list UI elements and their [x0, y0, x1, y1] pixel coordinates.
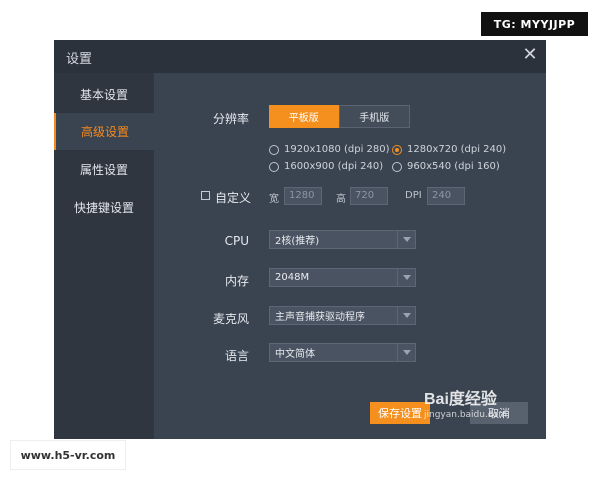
memory-value: 2048M [275, 272, 310, 283]
baidu-url: jingyan.baidu.com [424, 410, 508, 420]
height-field[interactable]: 720 [350, 187, 388, 205]
radio-circle-icon [392, 161, 402, 172]
close-icon[interactable]: ✕ [519, 44, 541, 66]
radio-1920x1080[interactable]: 1920x1080 (dpi 280) [269, 144, 390, 155]
chevron-down-icon [397, 269, 415, 286]
sidebar-item-label: 快捷键设置 [73, 201, 134, 215]
sidebar-item-label: 高级设置 [80, 125, 129, 139]
sidebar-item-advanced[interactable]: 高级设置 [54, 113, 154, 150]
memory-select[interactable]: 2048M [269, 268, 416, 287]
language-value: 中文简体 [275, 349, 315, 360]
cpu-select[interactable]: 2核(推荐) [269, 230, 416, 249]
cpu-value: 2核(推荐) [275, 236, 320, 247]
width-field[interactable]: 1280 [284, 187, 322, 205]
chevron-down-icon [397, 231, 415, 248]
height-label: 高 [336, 194, 346, 205]
radio-label: 1920x1080 (dpi 280) [284, 144, 390, 155]
mic-value: 主声音捕获驱动程序 [275, 312, 365, 323]
language-select[interactable]: 中文简体 [269, 343, 416, 362]
title-bar: 设置 ✕ [54, 40, 546, 73]
sidebar-item-label: 属性设置 [79, 163, 128, 177]
resolution-mode-toggle: 平板版 手机版 [269, 105, 410, 128]
radio-checked-icon [392, 144, 402, 155]
dpi-field[interactable]: 240 [427, 187, 465, 205]
mic-label: 麦克风 [212, 312, 249, 326]
sidebar-item-label: 基本设置 [79, 88, 128, 102]
baidu-watermark: Bai度经验 jingyan.baidu.com [424, 385, 536, 429]
radio-label: 1280x720 (dpi 240) [407, 144, 507, 155]
radio-circle-icon [269, 161, 279, 172]
radio-1280x720[interactable]: 1280x720 (dpi 240) [392, 144, 506, 155]
baidu-brand: Bai度经验 [424, 391, 497, 408]
radio-label: 960x540 (dpi 160) [407, 161, 500, 172]
radio-circle-icon [269, 144, 279, 155]
sidebar: 基本设置 高级设置 属性设置 快捷键设置 [54, 73, 154, 439]
sidebar-item-properties[interactable]: 属性设置 [54, 151, 154, 188]
radio-1600x900[interactable]: 1600x900 (dpi 240) [269, 161, 383, 172]
custom-label: 自定义 [215, 191, 252, 205]
sidebar-item-shortcuts[interactable]: 快捷键设置 [54, 189, 154, 226]
mic-select[interactable]: 主声音捕获驱动程序 [269, 306, 416, 325]
radio-960x540[interactable]: 960x540 (dpi 160) [392, 161, 500, 172]
phone-mode-button[interactable]: 手机版 [338, 105, 410, 128]
memory-label: 内存 [224, 274, 249, 288]
sidebar-item-basic[interactable]: 基本设置 [54, 76, 154, 113]
chevron-down-icon [397, 307, 415, 324]
chevron-down-icon [397, 344, 415, 361]
resolution-label: 分辨率 [212, 112, 249, 126]
width-label: 宽 [269, 194, 279, 205]
tablet-mode-button[interactable]: 平板版 [269, 105, 339, 128]
watermark-top: TG: MYYJJPP [481, 12, 588, 36]
dpi-label: DPI [405, 190, 422, 201]
custom-resolution-checkbox[interactable] [201, 191, 210, 200]
watermark-bottom: www.h5-vr.com [10, 440, 126, 470]
radio-label: 1600x900 (dpi 240) [284, 161, 384, 172]
settings-dialog: 设置 ✕ 基本设置 高级设置 属性设置 快捷键设置 分辨率 平板版 手机版 19… [54, 40, 546, 439]
save-settings-button[interactable]: 保存设置 [370, 402, 430, 424]
language-label: 语言 [224, 349, 249, 363]
cpu-label: CPU [224, 234, 249, 248]
dialog-title: 设置 [66, 52, 93, 67]
